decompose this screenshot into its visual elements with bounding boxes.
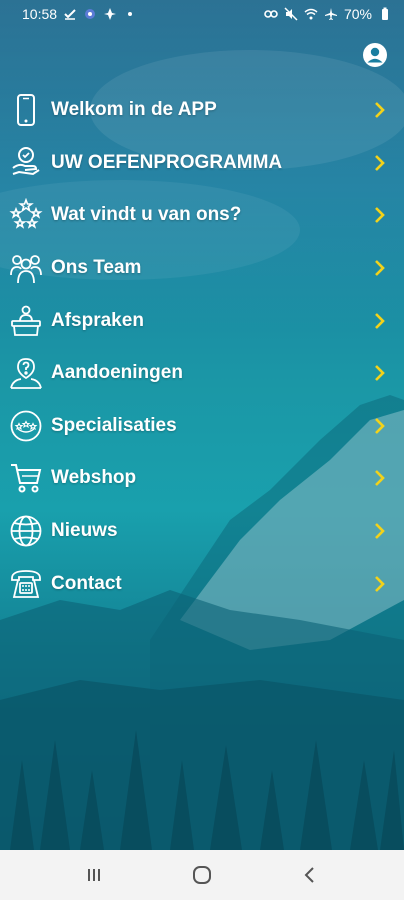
status-bar: 10:58 70% — [0, 0, 404, 28]
system-navigation-bar — [0, 850, 404, 900]
home-icon — [193, 866, 211, 884]
profile-icon — [363, 43, 387, 67]
cart-icon — [8, 460, 44, 496]
menu-item-label: UW OEFENPROGRAMMA — [51, 151, 283, 173]
chevron-right-icon — [372, 311, 388, 331]
menu-item-aandoeningen[interactable]: Aandoeningen — [0, 347, 404, 400]
chevron-right-icon — [372, 100, 388, 120]
chevron-right-icon — [372, 205, 388, 225]
wifi-icon — [304, 7, 318, 21]
menu-item-ons-team[interactable]: Ons Team — [0, 242, 404, 295]
menu-item-welkom[interactable]: Welkom in de APP — [0, 84, 404, 137]
dot-icon — [123, 7, 137, 21]
back-button[interactable] — [290, 855, 330, 895]
stars-icon — [8, 197, 44, 233]
menu-item-specialisaties[interactable]: Specialisaties — [0, 400, 404, 453]
menu-item-wat-vindt-u[interactable]: Wat vindt u van ons? — [0, 189, 404, 242]
telephone-icon — [8, 566, 44, 602]
exercise-icon — [8, 145, 44, 181]
menu-item-label: Contact — [51, 572, 122, 594]
chevron-right-icon — [372, 468, 388, 488]
home-button[interactable] — [182, 855, 222, 895]
profile-button[interactable] — [362, 42, 388, 68]
recents-icon — [88, 869, 100, 881]
main-menu: Welkom in de APP UW OEFENPROGRAMMA Wat v… — [0, 84, 404, 610]
circle-app-icon — [83, 7, 97, 21]
app-screen: 10:58 70% Welkom in de APP UW OEFENPROGR… — [0, 0, 404, 850]
question-person-icon — [8, 355, 44, 391]
status-time: 10:58 — [22, 6, 58, 22]
team-icon — [8, 250, 44, 286]
chevron-right-icon — [372, 363, 388, 383]
menu-item-afspraken[interactable]: Afspraken — [0, 294, 404, 347]
battery-icon — [378, 7, 392, 21]
menu-item-label: Webshop — [51, 467, 137, 489]
airplane-icon — [324, 7, 338, 21]
menu-item-label: Afspraken — [51, 309, 144, 331]
phone-icon — [8, 92, 44, 128]
menu-item-contact[interactable]: Contact — [0, 557, 404, 610]
link-icon — [264, 7, 278, 21]
badge-stars-icon — [8, 408, 44, 444]
recents-button[interactable] — [74, 855, 114, 895]
chevron-right-icon — [372, 521, 388, 541]
globe-icon — [8, 513, 44, 549]
menu-item-nieuws[interactable]: Nieuws — [0, 505, 404, 558]
menu-item-label: Aandoeningen — [51, 362, 183, 384]
menu-item-label: Ons Team — [51, 257, 142, 279]
chevron-right-icon — [372, 258, 388, 278]
chevron-right-icon — [372, 416, 388, 436]
status-left: 10:58 — [22, 6, 137, 22]
chevron-right-icon — [372, 153, 388, 173]
menu-item-label: Specialisaties — [51, 414, 177, 436]
reception-icon — [8, 303, 44, 339]
chevron-right-icon — [372, 574, 388, 594]
back-icon — [304, 867, 314, 883]
menu-item-label: Wat vindt u van ons? — [51, 204, 242, 226]
mute-icon — [284, 7, 298, 21]
menu-item-label: Nieuws — [51, 520, 118, 542]
menu-item-webshop[interactable]: Webshop — [0, 452, 404, 505]
check-icon — [63, 7, 77, 21]
pinwheel-icon — [103, 7, 117, 21]
battery-percentage: 70% — [343, 6, 372, 22]
status-right: 70% — [264, 6, 392, 22]
menu-item-oefenprogramma[interactable]: UW OEFENPROGRAMMA — [0, 137, 404, 190]
menu-item-label: Welkom in de APP — [51, 99, 217, 121]
